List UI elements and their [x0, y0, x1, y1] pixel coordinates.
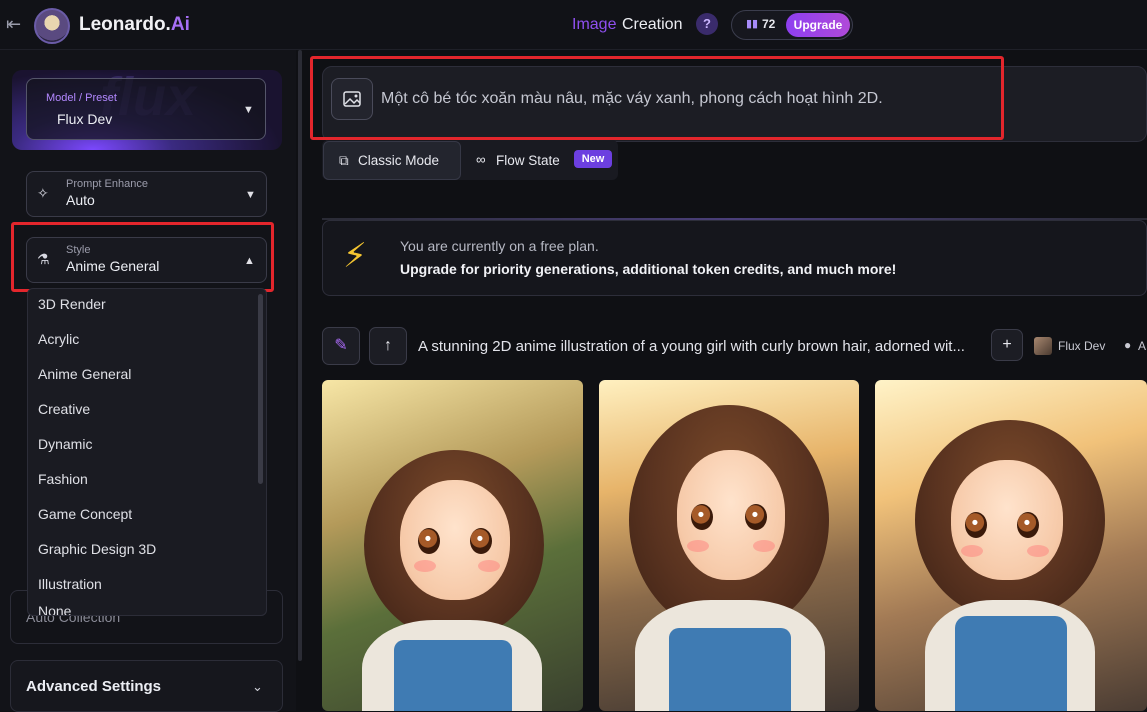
style-option[interactable]: Acrylic [38, 331, 79, 347]
page-title-image: Image [572, 16, 617, 33]
chevron-down-icon: ⌄ [252, 679, 263, 694]
generated-image[interactable] [875, 380, 1147, 711]
style-option[interactable]: Fashion [38, 471, 88, 487]
classic-mode-label: Classic Mode [358, 153, 440, 168]
free-plan-banner [322, 220, 1147, 296]
style-option[interactable]: Illustration [38, 576, 102, 592]
generated-image[interactable] [599, 380, 859, 711]
token-count: 72 [762, 17, 776, 31]
prompt-enhance-label: Prompt Enhance [66, 178, 148, 190]
dropdown-scrollbar[interactable] [258, 294, 263, 484]
flask-icon: ⚗ [37, 251, 50, 267]
sparkle-icon: ✧ [37, 185, 49, 201]
style-option[interactable]: Creative [38, 401, 90, 417]
brand-logo-avatar [34, 8, 70, 44]
caret-up-icon: ▲ [244, 255, 255, 267]
brand-main-text: Leonardo. [79, 14, 171, 35]
style-dropdown-list: 3D Render Acrylic Anime General Creative… [27, 288, 267, 616]
caret-down-icon: ▼ [245, 189, 256, 201]
brush-icon[interactable]: ✎ [322, 327, 360, 365]
arrow-up-icon[interactable]: ↑ [369, 327, 407, 365]
back-icon[interactable]: ⇤ [6, 14, 21, 35]
prompt-highlight-box [310, 56, 1004, 140]
help-icon[interactable]: ? [696, 13, 718, 35]
lightning-icon: ⚡ [343, 237, 367, 275]
new-badge: New [574, 150, 612, 168]
classic-mode-icon: ⧉ [339, 153, 349, 168]
model-preset-value: Flux Dev [57, 111, 113, 127]
style-value: Anime General [66, 258, 160, 274]
page-title-creation: Creation [622, 16, 683, 33]
generation-model: Flux Dev [1058, 339, 1106, 353]
token-icon: ▮▮ [746, 18, 759, 30]
flow-state-tab[interactable]: Flow State [496, 153, 560, 168]
advanced-settings-label: Advanced Settings [26, 678, 162, 695]
caret-down-icon: ▼ [243, 104, 254, 116]
style-label: Style [66, 244, 91, 256]
model-preset-select[interactable] [26, 78, 266, 140]
plus-icon[interactable]: + [991, 329, 1023, 361]
generation-extra: A [1138, 339, 1147, 353]
style-option[interactable]: Anime General [38, 366, 131, 382]
style-option[interactable]: 3D Render [38, 296, 106, 312]
style-option[interactable]: None [38, 603, 71, 615]
model-thumbnail [1034, 337, 1052, 355]
top-bar: ⇤ Leonardo.Ai Image Creation ? ▮▮ 72 Upg… [0, 0, 1147, 50]
banner-line-2[interactable]: Upgrade for priority generations, additi… [400, 261, 896, 277]
generated-image[interactable] [322, 380, 583, 711]
upgrade-button[interactable]: Upgrade [786, 13, 850, 37]
model-preset-label: Model / Preset [46, 92, 117, 104]
sidebar-scrollbar[interactable] [298, 50, 302, 661]
style-option[interactable]: Dynamic [38, 436, 92, 452]
prompt-enhance-value: Auto [66, 192, 95, 208]
generation-prompt: A stunning 2D anime illustration of a yo… [418, 338, 965, 355]
brand-ai-text: Ai [170, 14, 190, 35]
banner-line-1: You are currently on a free plan. [400, 238, 599, 254]
droplet-icon: ● [1124, 338, 1132, 352]
style-highlight-box [11, 222, 274, 292]
style-option[interactable]: Graphic Design 3D [38, 541, 156, 557]
style-option[interactable]: Game Concept [38, 506, 132, 522]
infinity-icon: ∞ [476, 152, 486, 167]
brand-name: Leonardo.Ai [79, 14, 190, 36]
